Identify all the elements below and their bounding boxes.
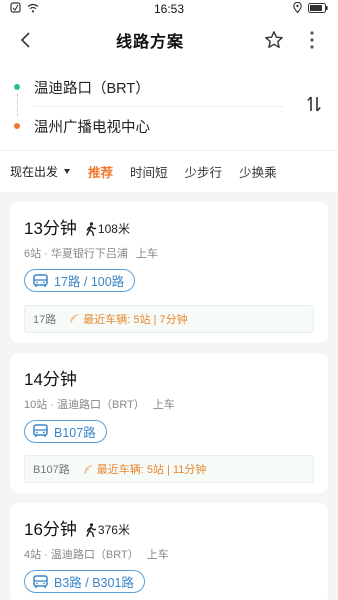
page-title: 线路方案 xyxy=(115,34,184,51)
board-label: 上车 xyxy=(152,398,175,411)
filter-bar: 现在出发 推荐 时间短 少步行 少换乘 xyxy=(0,150,338,192)
route-connector xyxy=(16,94,18,116)
origin-text: 温迪路口（BRT） xyxy=(34,80,150,97)
bus-line-text: B107路 xyxy=(54,425,96,440)
tab-shortest-time[interactable]: 时间短 xyxy=(130,162,168,181)
plan-duration: 14分钟 xyxy=(24,369,77,389)
realtime-signal-icon xyxy=(70,314,79,323)
favorite-button[interactable] xyxy=(260,26,288,54)
bus-icon xyxy=(33,574,48,589)
plan-card[interactable]: 13分钟 108米 6站 · 华夏银行下吕浦 上车 17路 / 100路 17路 … xyxy=(10,202,328,343)
plan-stops: 4站 · 温迪路口（BRT） 上车 xyxy=(24,546,314,562)
bus-line-tag[interactable]: B3路 / B301路 xyxy=(24,570,145,593)
walking-person-icon xyxy=(86,522,97,537)
plan-duration: 13分钟 xyxy=(24,219,77,238)
plan-stops: 6站 · 华夏银行下吕浦 上车 xyxy=(24,245,314,261)
more-vertical-icon xyxy=(310,31,314,49)
walk-distance: 108米 xyxy=(85,220,130,239)
plan-list: 13分钟 108米 6站 · 华夏银行下吕浦 上车 17路 / 100路 17路 … xyxy=(0,192,338,600)
more-button[interactable] xyxy=(298,26,326,54)
realtime-line: B107路 xyxy=(33,464,70,476)
realtime-arrival-text: 最近车辆: 5站 | 11分钟 xyxy=(96,464,207,476)
caret-down-icon xyxy=(64,169,71,174)
status-time: 16:53 xyxy=(153,2,185,16)
back-arrow-icon xyxy=(20,32,30,48)
destination-text: 温州广播电视中心 xyxy=(34,119,150,136)
depart-time-select[interactable]: 现在出发 xyxy=(10,163,71,180)
walking-person-icon xyxy=(86,221,97,236)
plan-duration: 16分钟 xyxy=(24,520,77,539)
destination-dot xyxy=(14,123,20,129)
tab-fewer-transfers[interactable]: 少换乘 xyxy=(239,162,277,181)
notification-icon xyxy=(10,2,21,16)
plan-stops-text: 10站 · 温迪路口（BRT） xyxy=(24,398,145,411)
plan-header: 14分钟 xyxy=(24,365,314,390)
tab-recommended[interactable]: 推荐 xyxy=(88,162,113,181)
realtime-info: B107路 最近车辆: 5站 | 11分钟 xyxy=(24,455,314,483)
realtime-arrival: 最近车辆: 5站 | 7分钟 xyxy=(70,311,188,327)
bus-line-tag[interactable]: B107路 xyxy=(24,419,107,443)
tab-less-walking[interactable]: 少步行 xyxy=(185,162,223,181)
status-right xyxy=(238,1,328,16)
route-panel: 温迪路口（BRT） 温州广播电视中心 xyxy=(0,62,338,150)
bus-icon xyxy=(33,273,48,288)
walk-distance-text: 376米 xyxy=(97,523,130,537)
walk-distance-text: 108米 xyxy=(97,222,130,236)
plan-stops-text: 6站 · 华夏银行下吕浦 xyxy=(24,248,128,260)
back-button[interactable] xyxy=(12,26,40,54)
walk-distance: 376米 xyxy=(85,521,130,540)
bus-icon xyxy=(33,424,48,438)
realtime-arrival: 最近车辆: 5站 | 11分钟 xyxy=(84,461,207,477)
plan-card[interactable]: 14分钟 10站 · 温迪路口（BRT） 上车 B107路 B107路 最近车辆:… xyxy=(10,352,328,493)
header-actions xyxy=(260,26,326,54)
swap-button[interactable] xyxy=(300,90,328,118)
bus-line-text: B3路 / B301路 xyxy=(54,576,134,590)
plan-card[interactable]: 16分钟 376米 4站 · 温迪路口（BRT） 上车 B3路 / B301路 xyxy=(10,503,328,600)
plan-header: 16分钟 376米 xyxy=(24,515,314,540)
board-label: 上车 xyxy=(135,248,158,260)
bus-line-tag[interactable]: 17路 / 100路 xyxy=(24,269,136,292)
realtime-info: 17路 最近车辆: 5站 | 7分钟 xyxy=(24,304,314,333)
plan-header: 13分钟 108米 xyxy=(24,214,314,239)
location-icon xyxy=(293,1,302,16)
status-bar: 16:53 xyxy=(0,0,338,18)
origin-dot xyxy=(14,84,20,90)
board-label: 上车 xyxy=(146,549,169,561)
star-icon xyxy=(265,31,283,48)
origin-row[interactable]: 温迪路口（BRT） xyxy=(14,68,324,106)
header: 线路方案 xyxy=(0,18,338,62)
plan-stops-text: 4站 · 温迪路口（BRT） xyxy=(24,549,139,561)
bus-line-text: 17路 / 100路 xyxy=(54,275,125,289)
realtime-line: 17路 xyxy=(33,313,57,326)
battery-icon xyxy=(308,2,328,16)
swap-arrows-icon xyxy=(307,96,321,112)
destination-row[interactable]: 温州广播电视中心 xyxy=(14,107,324,145)
realtime-arrival-text: 最近车辆: 5站 | 7分钟 xyxy=(83,313,188,326)
plan-stops: 10站 · 温迪路口（BRT） 上车 xyxy=(24,396,314,412)
wifi-icon xyxy=(27,3,39,16)
status-left xyxy=(10,2,100,16)
realtime-signal-icon xyxy=(84,464,93,474)
depart-label: 现在出发 xyxy=(10,165,59,179)
